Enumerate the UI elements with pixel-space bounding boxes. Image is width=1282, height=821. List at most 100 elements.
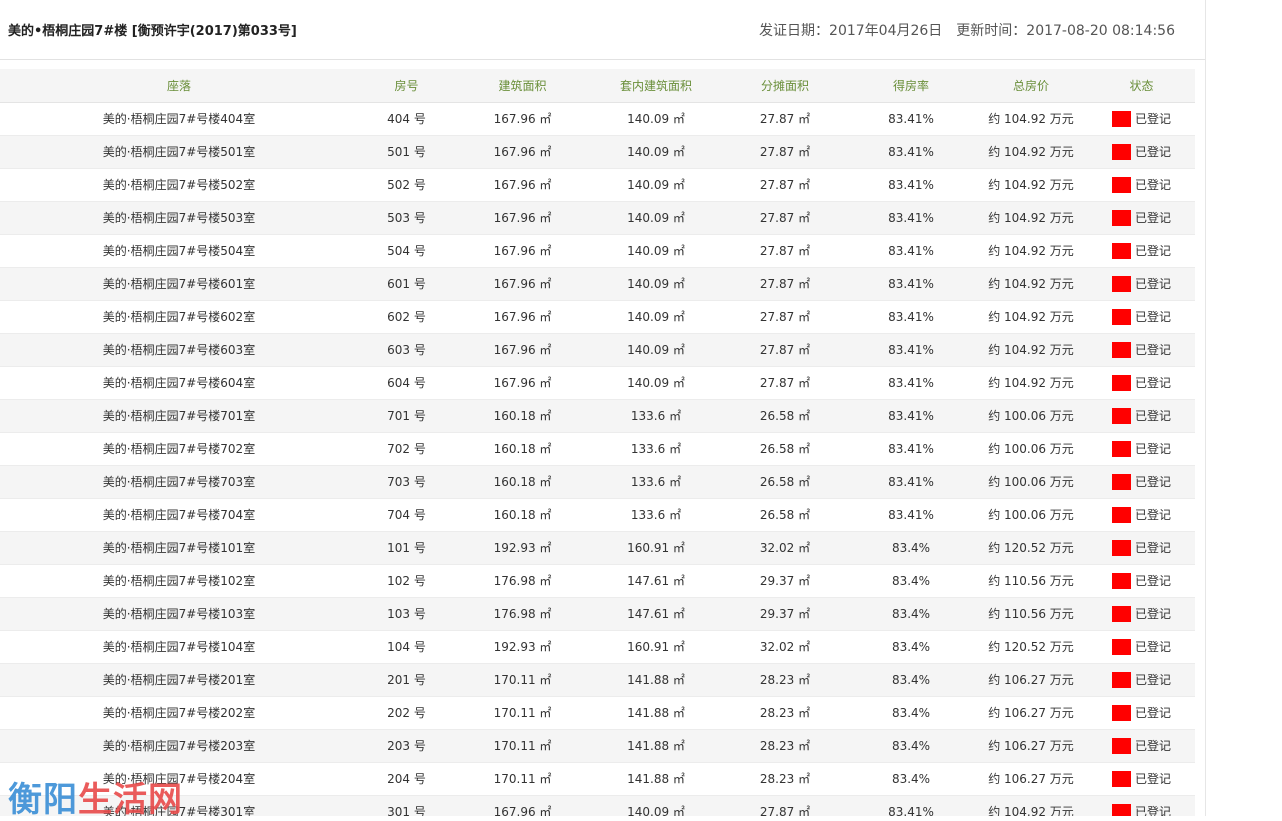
table-row[interactable]: 美的·梧桐庄园7#号楼404室 404 号 167.96 ㎡ 140.09 ㎡ 27.8… xyxy=(0,102,1195,136)
status-indicator-square xyxy=(1111,407,1131,424)
cell-status: 已登记 xyxy=(1088,333,1195,367)
cell-inner-area: 140.09 ㎡ xyxy=(590,102,722,136)
cell-status: 已登记 xyxy=(1088,762,1195,796)
cell-build-area: 160.18 ㎡ xyxy=(455,432,590,466)
cell-build-area: 167.96 ㎡ xyxy=(455,366,590,400)
cell-ratio: 83.41% xyxy=(848,135,974,169)
table-row[interactable]: 美的·梧桐庄园7#号楼602室 602 号 167.96 ㎡ 140.09 ㎡ 27.8… xyxy=(0,300,1195,334)
cell-price: 约 106.27 万元 xyxy=(974,729,1088,763)
table-row[interactable]: 美的·梧桐庄园7#号楼503室 503 号 167.96 ㎡ 140.09 ㎡ 27.8… xyxy=(0,201,1195,235)
cell-shared-area: 27.87 ㎡ xyxy=(722,234,848,268)
cell-ratio: 83.4% xyxy=(848,729,974,763)
cell-shared-area: 29.37 ㎡ xyxy=(722,564,848,598)
cell-room: 104 号 xyxy=(358,630,455,664)
status-label: 已登记 xyxy=(1134,442,1171,456)
cell-room: 404 号 xyxy=(358,102,455,136)
cell-location: 美的·梧桐庄园7#号楼502室 xyxy=(0,168,358,202)
cell-inner-area: 140.09 ㎡ xyxy=(590,333,722,367)
cell-status: 已登记 xyxy=(1088,630,1195,664)
cell-shared-area: 26.58 ㎡ xyxy=(722,399,848,433)
table-row[interactable]: 美的·梧桐庄园7#号楼703室 703 号 160.18 ㎡ 133.6 ㎡ 26.58… xyxy=(0,465,1195,499)
cell-status: 已登记 xyxy=(1088,498,1195,532)
cell-status: 已登记 xyxy=(1088,465,1195,499)
cell-shared-area: 26.58 ㎡ xyxy=(722,465,848,499)
cell-build-area: 170.11 ㎡ xyxy=(455,762,590,796)
status-indicator-square xyxy=(1111,506,1131,523)
cell-ratio: 83.41% xyxy=(848,795,974,816)
status-indicator-square xyxy=(1111,341,1131,358)
cell-inner-area: 133.6 ㎡ xyxy=(590,465,722,499)
cell-price: 约 104.92 万元 xyxy=(974,267,1088,301)
cell-price: 约 106.27 万元 xyxy=(974,762,1088,796)
table-body: 美的·梧桐庄园7#号楼404室 404 号 167.96 ㎡ 140.09 ㎡ 27.8… xyxy=(0,102,1195,816)
status-label: 已登记 xyxy=(1134,541,1171,555)
cell-location: 美的·梧桐庄园7#号楼702室 xyxy=(0,432,358,466)
status-label: 已登记 xyxy=(1134,211,1171,225)
table-row[interactable]: 美的·梧桐庄园7#号楼103室 103 号 176.98 ㎡ 147.61 ㎡ 29.3… xyxy=(0,597,1195,631)
cell-status: 已登记 xyxy=(1088,795,1195,816)
cell-price: 约 120.52 万元 xyxy=(974,531,1088,565)
table-row[interactable]: 美的·梧桐庄园7#号楼704室 704 号 160.18 ㎡ 133.6 ㎡ 26.58… xyxy=(0,498,1195,532)
table-row[interactable]: 美的·梧桐庄园7#号楼104室 104 号 192.93 ㎡ 160.91 ㎡ 32.0… xyxy=(0,630,1195,664)
status-label: 已登记 xyxy=(1134,145,1171,159)
cell-status: 已登记 xyxy=(1088,597,1195,631)
table-row[interactable]: 美的·梧桐庄园7#号楼504室 504 号 167.96 ㎡ 140.09 ㎡ 27.8… xyxy=(0,234,1195,268)
cell-location: 美的·梧桐庄园7#号楼601室 xyxy=(0,267,358,301)
cell-inner-area: 147.61 ㎡ xyxy=(590,597,722,631)
cell-status: 已登记 xyxy=(1088,234,1195,268)
status-label: 已登记 xyxy=(1134,739,1171,753)
cell-ratio: 83.41% xyxy=(848,102,974,136)
status-label: 已登记 xyxy=(1134,508,1171,522)
table-row[interactable]: 美的·梧桐庄园7#号楼601室 601 号 167.96 ㎡ 140.09 ㎡ 27.8… xyxy=(0,267,1195,301)
table-row[interactable]: 美的·梧桐庄园7#号楼501室 501 号 167.96 ㎡ 140.09 ㎡ 27.8… xyxy=(0,135,1195,169)
table-row[interactable]: 美的·梧桐庄园7#号楼203室 203 号 170.11 ㎡ 141.88 ㎡ 28.2… xyxy=(0,729,1195,763)
cell-price: 约 104.92 万元 xyxy=(974,366,1088,400)
table-header-row: 座落 房号 建筑面积 套内建筑面积 分摊面积 得房率 总房价 状态 xyxy=(0,69,1195,103)
status-indicator-square xyxy=(1111,275,1131,292)
status-label: 已登记 xyxy=(1134,409,1171,423)
cell-status: 已登记 xyxy=(1088,300,1195,334)
cell-ratio: 83.41% xyxy=(848,399,974,433)
cell-ratio: 83.41% xyxy=(848,267,974,301)
site-watermark-logo: 衡阳生活网 xyxy=(8,772,183,821)
cell-room: 102 号 xyxy=(358,564,455,598)
table-row[interactable]: 美的·梧桐庄园7#号楼701室 701 号 160.18 ㎡ 133.6 ㎡ 26.58… xyxy=(0,399,1195,433)
cell-price: 约 106.27 万元 xyxy=(974,663,1088,697)
cell-build-area: 167.96 ㎡ xyxy=(455,267,590,301)
cell-location: 美的·梧桐庄园7#号楼503室 xyxy=(0,201,358,235)
cell-inner-area: 133.6 ㎡ xyxy=(590,498,722,532)
status-indicator-square xyxy=(1111,638,1131,655)
cell-build-area: 160.18 ㎡ xyxy=(455,399,590,433)
table-row[interactable]: 美的·梧桐庄园7#号楼604室 604 号 167.96 ㎡ 140.09 ㎡ 27.8… xyxy=(0,366,1195,400)
col-header-ratio: 得房率 xyxy=(848,69,974,103)
cell-room: 504 号 xyxy=(358,234,455,268)
table-row[interactable]: 美的·梧桐庄园7#号楼201室 201 号 170.11 ㎡ 141.88 ㎡ 28.2… xyxy=(0,663,1195,697)
cell-location: 美的·梧桐庄园7#号楼703室 xyxy=(0,465,358,499)
cell-build-area: 167.96 ㎡ xyxy=(455,168,590,202)
status-indicator-square xyxy=(1111,440,1131,457)
cell-price: 约 104.92 万元 xyxy=(974,102,1088,136)
cell-inner-area: 160.91 ㎡ xyxy=(590,531,722,565)
cell-build-area: 167.96 ㎡ xyxy=(455,201,590,235)
table-row[interactable]: 美的·梧桐庄园7#号楼603室 603 号 167.96 ㎡ 140.09 ㎡ 27.8… xyxy=(0,333,1195,367)
col-header-inner-area: 套内建筑面积 xyxy=(590,69,722,103)
cell-room: 201 号 xyxy=(358,663,455,697)
table-row[interactable]: 美的·梧桐庄园7#号楼101室 101 号 192.93 ㎡ 160.91 ㎡ 32.0… xyxy=(0,531,1195,565)
status-label: 已登记 xyxy=(1134,112,1171,126)
table-row[interactable]: 美的·梧桐庄园7#号楼702室 702 号 160.18 ㎡ 133.6 ㎡ 26.58… xyxy=(0,432,1195,466)
table-row[interactable]: 美的·梧桐庄园7#号楼202室 202 号 170.11 ㎡ 141.88 ㎡ 28.2… xyxy=(0,696,1195,730)
cell-inner-area: 141.88 ㎡ xyxy=(590,762,722,796)
cell-status: 已登记 xyxy=(1088,399,1195,433)
cell-build-area: 167.96 ㎡ xyxy=(455,135,590,169)
table-row[interactable]: 美的·梧桐庄园7#号楼102室 102 号 176.98 ㎡ 147.61 ㎡ 29.3… xyxy=(0,564,1195,598)
cell-room: 703 号 xyxy=(358,465,455,499)
cell-ratio: 83.4% xyxy=(848,630,974,664)
status-label: 已登记 xyxy=(1134,673,1171,687)
cell-status: 已登记 xyxy=(1088,564,1195,598)
cell-location: 美的·梧桐庄园7#号楼504室 xyxy=(0,234,358,268)
cell-shared-area: 27.87 ㎡ xyxy=(722,366,848,400)
issue-date: 发证日期：2017年04月26日 xyxy=(759,23,943,39)
table-row[interactable]: 美的·梧桐庄园7#号楼502室 502 号 167.96 ㎡ 140.09 ㎡ 27.8… xyxy=(0,168,1195,202)
header-dates: 发证日期：2017年04月26日 更新时间：2017-08-20 08:14:56 xyxy=(759,20,1175,40)
cell-room: 202 号 xyxy=(358,696,455,730)
